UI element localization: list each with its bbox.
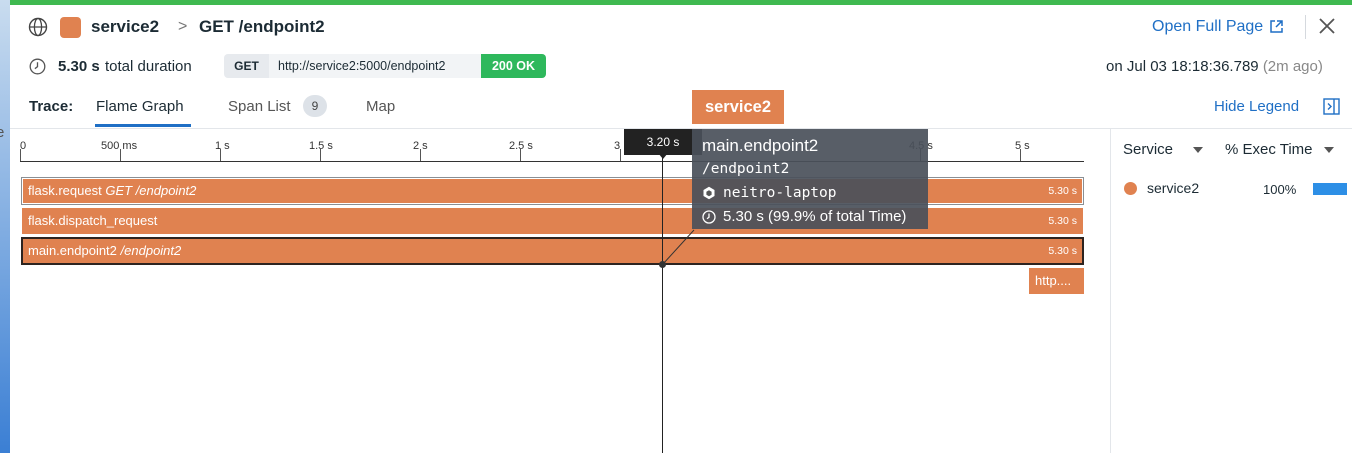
legend-header-exec-time[interactable]: % Exec Time	[1225, 141, 1313, 158]
total-duration-value: 5.30 s	[58, 58, 100, 75]
axis-tick-label: 2.5 s	[509, 140, 533, 152]
flame-graph[interactable]: 0 500 ms 1 s 1.5 s 2 s 2.5 s 3 4.5 s 5 s…	[10, 129, 1110, 453]
service-color-swatch	[60, 17, 81, 38]
span-bar-selected[interactable]: main.endpoint2 /endpoint2 5.30 s	[21, 237, 1084, 265]
background-edge-text: e	[0, 124, 5, 141]
span-name: main.endpoint2	[28, 243, 117, 258]
span-name: http....	[1035, 273, 1072, 288]
tooltip-title: main.endpoint2	[702, 136, 819, 155]
host-icon	[703, 186, 715, 200]
panel-header: service2 > GET /endpoint2 Open Full Page	[10, 13, 1352, 43]
header-divider	[1305, 15, 1306, 39]
trace-timestamp: on Jul 03 18:18:36.789 (2m ago)	[1106, 58, 1323, 75]
status-badge: 200 OK	[481, 54, 546, 78]
chevron-right-icon: >	[178, 18, 188, 35]
clock-icon	[29, 58, 46, 75]
tooltip-host: neitro-laptop	[702, 181, 918, 205]
tooltip-duration-value: 5.30 s (99.9% of total Time)	[723, 208, 907, 225]
hide-legend-button[interactable]: Hide Legend	[1214, 98, 1299, 115]
span-duration: 5.30 s	[1048, 245, 1077, 257]
time-cursor-line	[662, 129, 663, 453]
axis-tick-label: 1 s	[215, 140, 230, 152]
close-icon[interactable]	[1316, 15, 1338, 37]
legend-header-service[interactable]: Service	[1123, 141, 1173, 158]
active-tab-indicator	[95, 124, 191, 127]
legend-service-name: service2	[1147, 180, 1200, 196]
request-url: http://service2:5000/endpoint2	[269, 54, 481, 78]
span-resource: /endpoint2	[120, 243, 182, 258]
legend-exec-percent: 100%	[1263, 182, 1297, 197]
timestamp-relative: (2m ago)	[1262, 58, 1323, 75]
page-title: GET /endpoint2	[199, 17, 325, 36]
service-name: service2	[91, 17, 160, 36]
span-tooltip: main.endpoint2 /endpoint2 neitro-laptop …	[692, 129, 928, 229]
span-duration: 5.30 s	[1048, 215, 1077, 227]
tab-map[interactable]: Map	[366, 98, 395, 115]
timestamp-absolute: on Jul 03 18:18:36.789	[1106, 58, 1259, 75]
axis-tick-label: 0	[20, 140, 27, 152]
time-cursor-label: 3.20 s	[624, 129, 702, 155]
axis-tick-label: 1.5 s	[309, 140, 333, 152]
axis-tick	[620, 149, 621, 161]
tab-flame-graph[interactable]: Flame Graph	[96, 98, 184, 115]
tooltip-connector	[662, 229, 695, 265]
sort-caret-icon[interactable]	[1193, 147, 1203, 153]
hovered-service-tag: service2	[692, 90, 784, 124]
axis-tick-label: 3	[614, 140, 621, 152]
legend-service-color	[1124, 182, 1137, 195]
globe-icon	[28, 17, 48, 37]
tooltip-host-name: neitro-laptop	[723, 185, 837, 201]
collapse-panel-icon[interactable]	[1323, 98, 1340, 115]
span-count-badge: 9	[303, 95, 327, 117]
external-link-icon[interactable]	[1269, 19, 1284, 34]
background-app-strip: e	[0, 0, 10, 453]
time-cursor-pointer	[658, 153, 668, 159]
tab-span-list[interactable]: Span List	[228, 98, 291, 115]
span-name: flask.dispatch_request	[28, 213, 158, 228]
axis-tick-label: 500 ms	[101, 140, 138, 152]
trace-label: Trace:	[29, 98, 74, 115]
span-resource: GET /endpoint2	[105, 183, 197, 198]
legend-exec-bar	[1313, 183, 1347, 195]
sort-caret-icon[interactable]	[1324, 147, 1334, 153]
axis-tick-label: 2 s	[413, 140, 428, 152]
span-duration: 5.30 s	[1048, 185, 1077, 197]
axis-tick-label: 5 s	[1015, 140, 1030, 152]
http-method-badge: GET	[224, 54, 269, 78]
trace-panel: service2 > GET /endpoint2 Open Full Page…	[10, 5, 1352, 453]
service-legend: Service % Exec Time service2 100%	[1110, 129, 1352, 453]
total-duration-label: total duration	[105, 58, 192, 75]
clock-icon	[702, 210, 716, 224]
span-name: flask.request	[28, 183, 102, 198]
open-full-page-link[interactable]: Open Full Page	[1152, 18, 1263, 36]
tooltip-resource: /endpoint2	[702, 161, 790, 177]
span-bar[interactable]: http....	[1029, 268, 1084, 294]
tooltip-duration: 5.30 s (99.9% of total Time)	[702, 205, 918, 229]
